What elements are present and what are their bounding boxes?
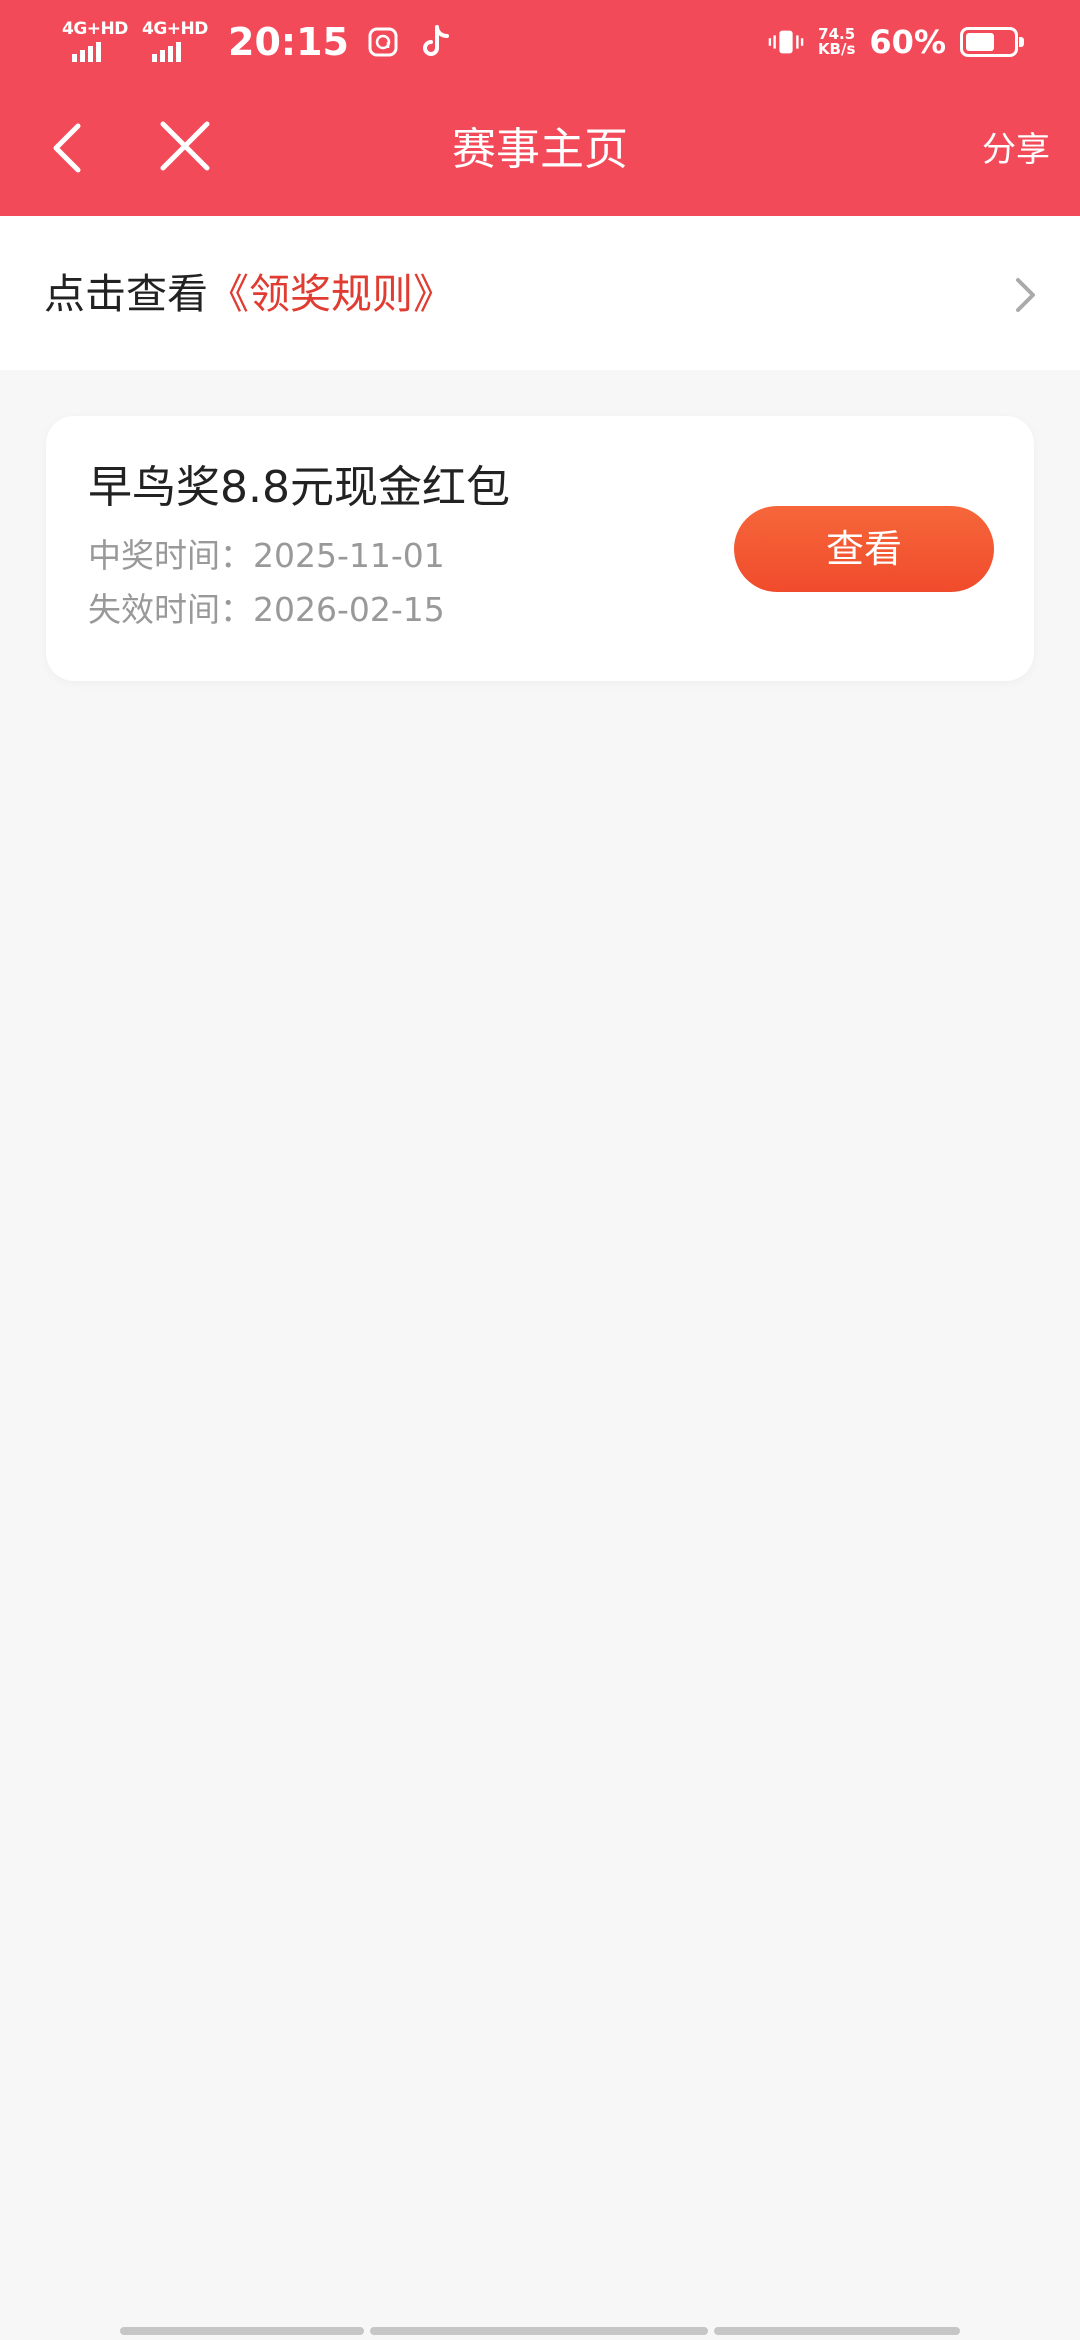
header: 4G+HD 4G+HD 20:15 74.5 KB/s 60% 赛事主页 分享 (0, 0, 1080, 216)
status-time: 20:15 (228, 20, 349, 64)
page-title: 赛事主页 (452, 124, 628, 175)
rules-prefix: 点击查看 (44, 270, 208, 318)
rules-row[interactable]: 点击查看《领奖规则》 (0, 216, 1080, 370)
prize-title: 早鸟奖8.8元现金红包 (88, 462, 510, 513)
network-indicator-2: 4G+HD (142, 19, 208, 64)
nav-bar: 赛事主页 分享 (0, 84, 1080, 216)
network-speed: 74.5 KB/s (818, 27, 855, 57)
win-time-value: 2025-11-01 (253, 536, 445, 575)
rules-link[interactable]: 《领奖规则》 (208, 270, 454, 318)
network-indicator-1: 4G+HD (62, 19, 128, 64)
rules-text: 点击查看《领奖规则》 (44, 266, 454, 322)
status-bar: 4G+HD 4G+HD 20:15 74.5 KB/s 60% (0, 0, 1080, 84)
expire-time-value: 2026-02-15 (253, 590, 445, 629)
message-app-icon (365, 24, 401, 60)
status-bar-right: 74.5 KB/s 60% (768, 16, 1024, 68)
battery-fill (966, 33, 994, 51)
battery-percent: 60% (869, 23, 946, 61)
speed-unit: KB/s (817, 40, 856, 58)
battery-nub (1019, 37, 1024, 47)
tiktok-icon (417, 24, 453, 60)
home-indicator[interactable] (120, 2327, 960, 2335)
signal-bars-icon (72, 42, 101, 62)
win-time-label: 中奖时间： (88, 536, 253, 575)
status-bar-left: 4G+HD 4G+HD 20:15 (62, 16, 453, 68)
vibrate-icon (768, 24, 804, 60)
network-label: 4G+HD (62, 19, 128, 39)
expire-time-label: 失效时间： (88, 590, 253, 629)
network-label: 4G+HD (142, 19, 208, 39)
chevron-right-icon (1000, 270, 1050, 320)
win-time-row: 中奖时间：2025-11-01 (88, 534, 445, 578)
expire-time-row: 失效时间：2026-02-15 (88, 588, 445, 632)
share-button[interactable]: 分享 (982, 124, 1050, 176)
prize-card: 早鸟奖8.8元现金红包 中奖时间：2025-11-01 失效时间：2026-02… (46, 416, 1034, 681)
signal-bars-icon (152, 42, 181, 62)
view-prize-button[interactable]: 查看 (734, 506, 994, 592)
battery-icon (960, 27, 1024, 57)
